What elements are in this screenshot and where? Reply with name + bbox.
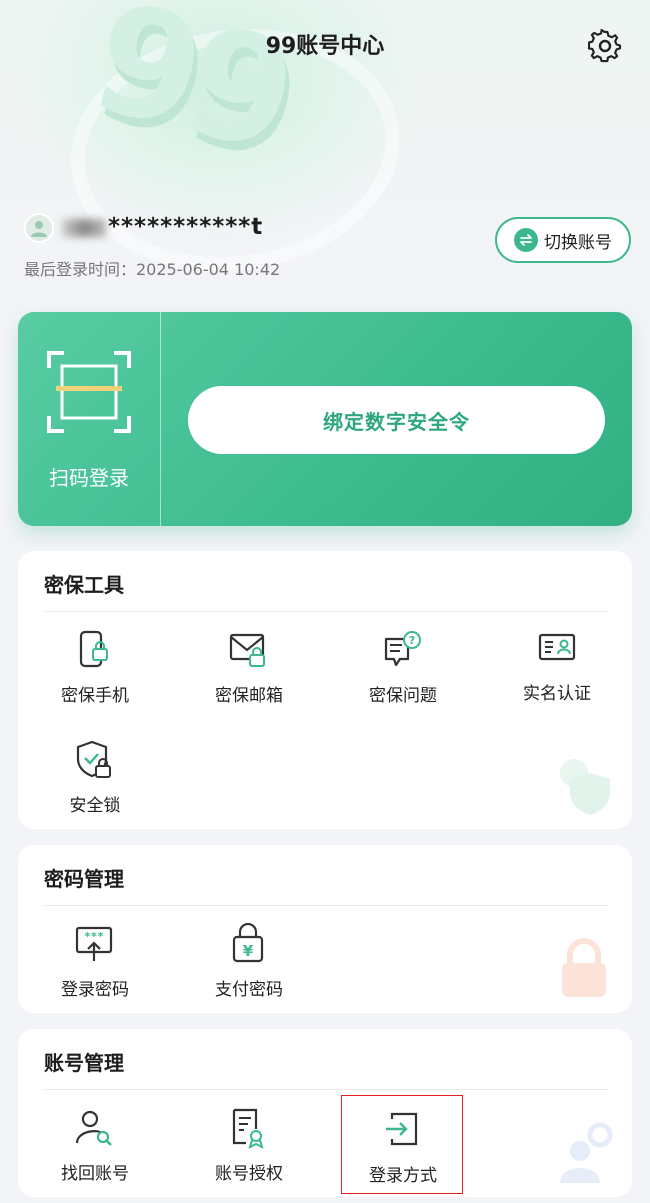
divider	[160, 312, 161, 526]
password-screen-icon: ***	[75, 926, 113, 961]
svg-text:¥: ¥	[243, 942, 254, 960]
tool-label: 登录密码	[61, 980, 129, 1000]
swap-icon	[514, 228, 538, 252]
tool-label: 安全锁	[69, 796, 121, 816]
divider	[44, 611, 608, 612]
tool-label: 找回账号	[61, 1164, 129, 1184]
account-name: ***********t	[62, 214, 263, 240]
tool-label: 密保手机	[61, 686, 129, 706]
tool-question[interactable]: ? 密保问题	[326, 629, 480, 706]
tool-label: 账号授权	[215, 1164, 283, 1184]
tool-pay-password[interactable]: ¥ 支付密码	[172, 923, 326, 1000]
section-title: 密保工具	[44, 573, 124, 597]
section-title: 密码管理	[44, 867, 124, 891]
tool-realname[interactable]: 实名认证	[480, 629, 632, 704]
section-title: 账号管理	[44, 1051, 124, 1075]
tool-label: 实名认证	[523, 684, 591, 704]
account-blur	[62, 218, 106, 237]
account-masked-text: ***********t	[108, 214, 264, 240]
scan-icon	[47, 351, 131, 433]
tool-login-password[interactable]: *** 登录密码	[18, 923, 172, 1000]
shield-gear-decoration-icon	[560, 759, 610, 815]
password-management-card: 密码管理 *** 登录密码 ¥ 支付密码	[18, 845, 632, 1013]
tool-phone[interactable]: 密保手机	[18, 629, 172, 706]
padlock-decoration-icon	[562, 938, 606, 997]
question-icon: ?	[384, 631, 421, 667]
yuan-lock-icon: ¥	[232, 923, 264, 963]
account-management-card: 账号管理 找回账号 账号授权 登录方式	[18, 1029, 632, 1197]
tool-email[interactable]: 密保邮箱	[172, 629, 326, 706]
page-title: 99账号中心	[265, 34, 385, 59]
switch-account-label: 切换账号	[544, 232, 612, 253]
gear-icon[interactable]	[588, 29, 622, 63]
avatar	[24, 213, 54, 243]
svg-text:?: ?	[409, 634, 415, 647]
security-tools-card: 密保工具 密保手机 密保邮箱 ? 密保问题 实名认证 安全锁	[18, 551, 632, 829]
divider	[44, 905, 608, 906]
document-badge-icon	[232, 1108, 264, 1149]
tool-security-lock[interactable]: 安全锁	[18, 739, 172, 816]
scan-login-button[interactable]: 扫码登录	[18, 312, 160, 526]
mail-lock-icon	[229, 633, 265, 667]
tool-account-authorize[interactable]: 账号授权	[172, 1107, 326, 1184]
tool-label: 支付密码	[215, 980, 283, 1000]
id-card-icon	[538, 633, 576, 661]
scan-login-label: 扫码登录	[49, 466, 129, 490]
highlight-box	[341, 1095, 463, 1194]
tool-label: 密保邮箱	[215, 686, 283, 706]
bind-security-token-button[interactable]: 绑定数字安全令	[188, 386, 605, 454]
shield-lock-icon	[76, 740, 111, 778]
svg-text:***: ***	[84, 930, 104, 943]
divider	[44, 1089, 608, 1090]
tool-label: 密保问题	[369, 686, 437, 706]
phone-lock-icon	[79, 630, 108, 668]
user-search-icon	[75, 1110, 112, 1146]
quick-actions-card: 扫码登录 绑定数字安全令	[18, 312, 632, 526]
switch-account-button[interactable]: 切换账号	[495, 217, 631, 263]
tool-recover-account[interactable]: 找回账号	[18, 1107, 172, 1184]
last-login-time: 最后登录时间：2025-06-04 10:42	[24, 260, 281, 279]
user-gear-decoration-icon	[560, 1122, 613, 1183]
user-icon	[31, 221, 47, 237]
